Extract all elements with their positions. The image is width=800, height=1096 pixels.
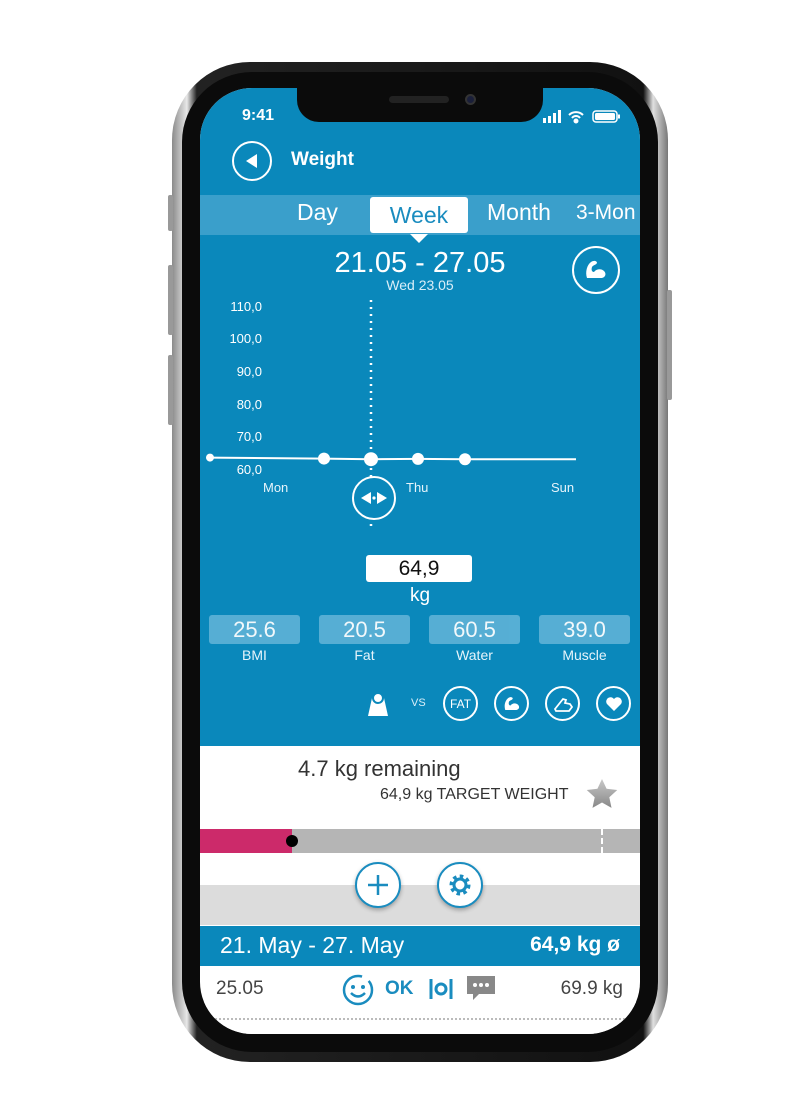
summary-header: 21. May - 27. May 64,9 kg ø bbox=[200, 926, 640, 966]
goal-progress-fill bbox=[200, 829, 293, 853]
notch bbox=[297, 88, 543, 122]
tab-month[interactable]: Month bbox=[487, 199, 551, 226]
battery-icon bbox=[592, 110, 620, 123]
stat-fat-value: 20.5 bbox=[319, 615, 410, 644]
star-icon bbox=[586, 779, 618, 808]
goal-progress-bar bbox=[200, 829, 640, 853]
compare-muscle-button[interactable] bbox=[494, 686, 529, 721]
shoe-icon bbox=[553, 697, 573, 712]
stat-water-value: 60.5 bbox=[429, 615, 520, 644]
weight-unit: kg bbox=[409, 585, 431, 606]
action-bar bbox=[200, 885, 640, 925]
data-point bbox=[459, 453, 471, 466]
divider bbox=[208, 1018, 632, 1020]
left-right-arrows-icon bbox=[361, 492, 387, 504]
data-point bbox=[412, 452, 424, 465]
fat-icon: FAT bbox=[449, 696, 472, 711]
x-label: Sun bbox=[551, 480, 575, 495]
settings-button[interactable] bbox=[437, 862, 483, 908]
entry-value: 69.9 kg bbox=[560, 978, 623, 999]
muscle-icon bbox=[586, 260, 606, 278]
comment-icon[interactable] bbox=[465, 974, 497, 1002]
data-point bbox=[364, 452, 378, 467]
power-button bbox=[667, 290, 672, 400]
back-arrow-icon bbox=[246, 154, 257, 168]
list-item[interactable]: 25.05 OK 69.9 kg bbox=[204, 966, 636, 1034]
plus-icon bbox=[368, 875, 388, 895]
x-label: Thu bbox=[406, 480, 429, 495]
wifi-icon bbox=[568, 111, 584, 124]
volume-up-button bbox=[168, 265, 173, 335]
back-button[interactable] bbox=[232, 141, 272, 181]
compare-fat-button[interactable]: FAT bbox=[443, 686, 478, 721]
stat-bmi-value: 25.6 bbox=[209, 615, 300, 644]
tab-week[interactable]: Week bbox=[370, 197, 468, 243]
status-icons bbox=[543, 110, 620, 124]
tab-day[interactable]: Day bbox=[297, 199, 338, 226]
stat-fat-label: Fat bbox=[354, 647, 375, 663]
data-point bbox=[318, 452, 330, 465]
goal-progress-marker bbox=[286, 835, 299, 847]
scale-icon bbox=[368, 692, 388, 716]
vs-label: VS bbox=[411, 697, 426, 709]
remaining-text: 4.7 kg remaining bbox=[298, 756, 461, 781]
page-title: Weight bbox=[291, 149, 354, 170]
stat-muscle-label: Muscle bbox=[562, 647, 607, 663]
compare-activity-button[interactable] bbox=[545, 686, 580, 721]
weight-line bbox=[209, 456, 576, 461]
current-weight-value: 64,9 bbox=[366, 555, 472, 582]
compare-heart-button[interactable] bbox=[596, 686, 631, 721]
signal-icon bbox=[543, 110, 561, 123]
volume-down-button bbox=[168, 355, 173, 425]
target-marker bbox=[601, 829, 603, 853]
smiley-icon bbox=[342, 974, 374, 1006]
summary-average: 64,9 kg ø bbox=[530, 933, 620, 956]
stat-water-label: Water bbox=[456, 647, 493, 663]
muscle-mode-button[interactable] bbox=[572, 246, 620, 294]
previous-data-point bbox=[206, 453, 214, 462]
status-time: 9:41 bbox=[242, 107, 275, 124]
meal-icon bbox=[429, 979, 453, 999]
mute-switch bbox=[168, 195, 173, 231]
summary-range: 21. May - 27. May bbox=[220, 932, 405, 958]
x-label: Mon bbox=[263, 480, 289, 495]
entry-date: 25.05 bbox=[216, 978, 264, 999]
stat-muscle-value: 39.0 bbox=[539, 615, 630, 644]
target-weight-text: 64,9 kg TARGET WEIGHT bbox=[380, 786, 569, 803]
tab-3-month[interactable]: 3-Mon bbox=[576, 201, 636, 225]
chart-scrub-handle[interactable] bbox=[352, 476, 396, 520]
add-entry-button[interactable] bbox=[355, 862, 401, 908]
heart-icon bbox=[605, 696, 622, 711]
mood-label: OK bbox=[385, 978, 414, 999]
muscle-icon bbox=[504, 696, 519, 710]
gear-icon bbox=[449, 874, 471, 896]
stat-bmi-label: BMI bbox=[242, 647, 267, 663]
screen: 9:41 Weight Day Month 3-Mon Week 21.05 -… bbox=[200, 88, 640, 1034]
